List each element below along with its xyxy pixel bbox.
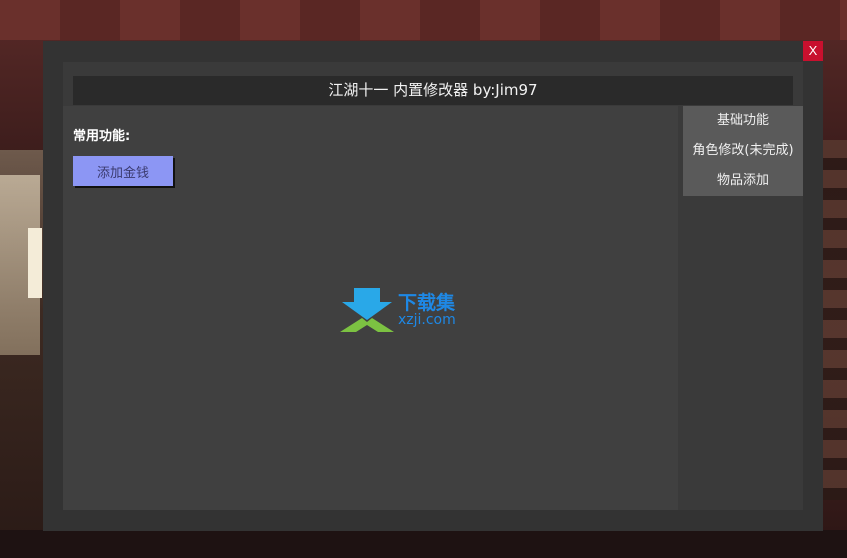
sidebar-item-items[interactable]: 物品添加 — [683, 166, 803, 196]
background-window — [28, 228, 42, 298]
window-title: 江湖十一 内置修改器 by:Jim97 — [73, 76, 793, 105]
section-label: 常用功能: — [73, 129, 131, 144]
watermark-logo-icon — [340, 288, 394, 332]
watermark-text-cn: 下载集 — [398, 292, 456, 314]
background-right-shelf — [822, 140, 847, 500]
add-money-button[interactable]: 添加金钱 — [73, 156, 173, 186]
background-beam — [0, 0, 847, 40]
sidebar-item-character[interactable]: 角色修改(未完成) — [683, 136, 803, 166]
sidebar-item-basic[interactable]: 基础功能 — [683, 106, 803, 136]
close-button[interactable]: X — [803, 41, 823, 61]
watermark-text-en: xzji.com — [398, 312, 456, 328]
watermark: 下载集 xzji.com — [340, 288, 485, 333]
background-floor — [0, 530, 847, 558]
